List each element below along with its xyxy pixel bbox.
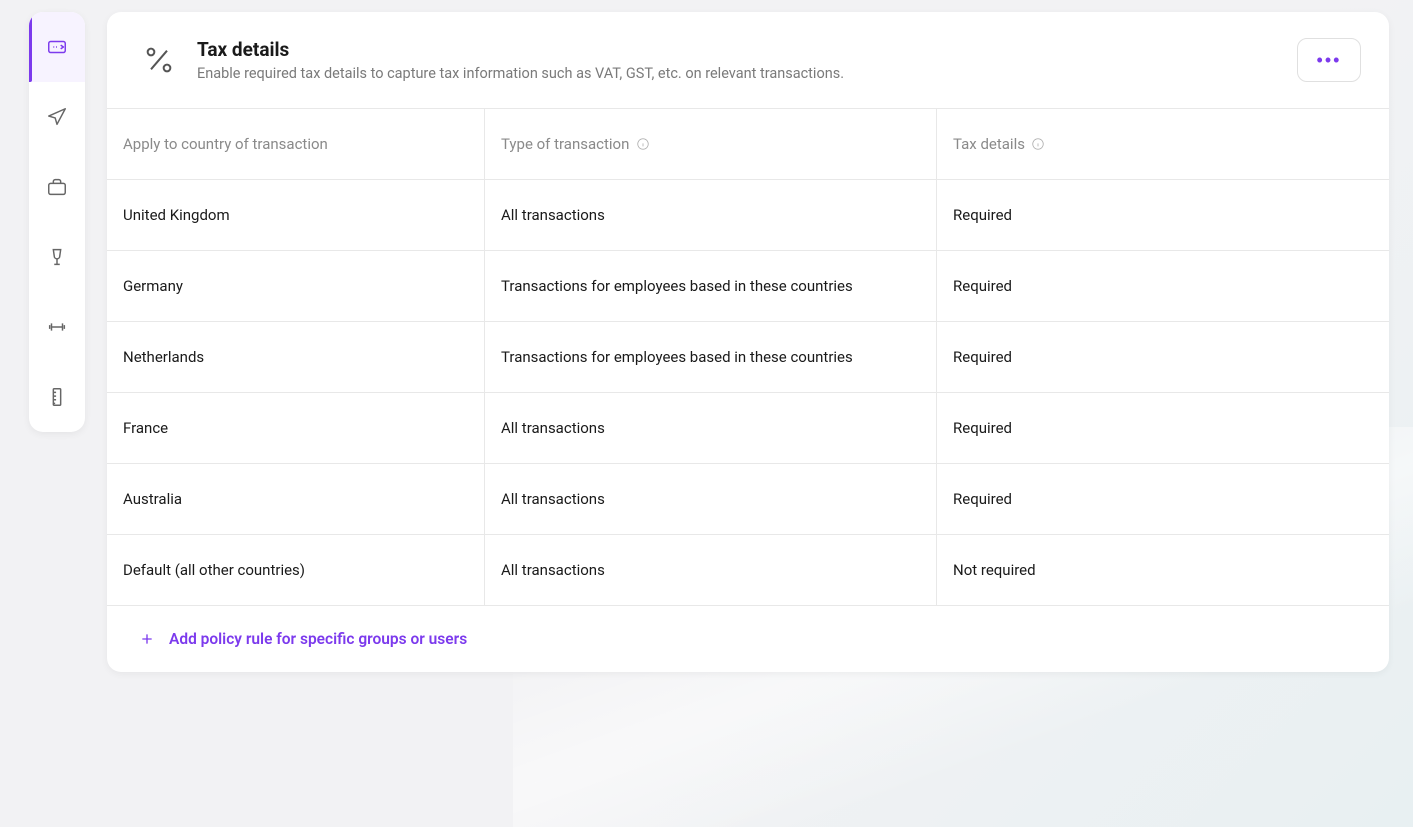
- cell-country: Germany: [107, 251, 485, 322]
- sidebar-item-expenses[interactable]: [29, 12, 85, 82]
- info-icon[interactable]: [1031, 137, 1046, 152]
- cell-type: All transactions: [485, 180, 937, 251]
- percent-icon: [141, 42, 177, 78]
- table-row[interactable]: Default (all other countries)All transac…: [107, 535, 1389, 606]
- cell-type: All transactions: [485, 464, 937, 535]
- table-body: United KingdomAll transactionsRequiredGe…: [107, 180, 1389, 606]
- sidebar: [29, 12, 85, 432]
- cell-country: Netherlands: [107, 322, 485, 393]
- plus-icon: [139, 631, 155, 647]
- sidebar-item-food[interactable]: [29, 222, 85, 292]
- cell-tax: Required: [937, 464, 1389, 535]
- expense-icon: [46, 36, 68, 58]
- wine-glass-icon: [46, 246, 68, 268]
- tax-rules-table: Apply to country of transaction Type of …: [107, 108, 1389, 606]
- sidebar-item-travel[interactable]: [29, 82, 85, 152]
- header-type: Type of transaction: [485, 109, 937, 180]
- header-country-label: Apply to country of transaction: [123, 135, 328, 153]
- cell-tax: Required: [937, 180, 1389, 251]
- more-dots-icon: •••: [1317, 51, 1342, 69]
- sidebar-item-business[interactable]: [29, 152, 85, 222]
- sidebar-item-fitness[interactable]: [29, 292, 85, 362]
- airplane-icon: [46, 106, 68, 128]
- table-row[interactable]: AustraliaAll transactionsRequired: [107, 464, 1389, 535]
- add-policy-button[interactable]: Add policy rule for specific groups or u…: [107, 606, 1389, 672]
- table-row[interactable]: United KingdomAll transactionsRequired: [107, 180, 1389, 251]
- header-tax-label: Tax details: [953, 135, 1025, 153]
- cell-country: Australia: [107, 464, 485, 535]
- card-title: Tax details: [197, 38, 1297, 61]
- info-icon[interactable]: [635, 137, 650, 152]
- cell-type: All transactions: [485, 535, 937, 606]
- table-row[interactable]: NetherlandsTransactions for employees ba…: [107, 322, 1389, 393]
- cell-tax: Required: [937, 251, 1389, 322]
- card-header: Tax details Enable required tax details …: [107, 12, 1389, 108]
- cell-type: Transactions for employees based in thes…: [485, 322, 937, 393]
- more-options-button[interactable]: •••: [1297, 38, 1361, 82]
- cell-tax: Required: [937, 393, 1389, 464]
- ruler-icon: [46, 386, 68, 408]
- briefcase-icon: [46, 176, 68, 198]
- table-row[interactable]: FranceAll transactionsRequired: [107, 393, 1389, 464]
- cell-type: Transactions for employees based in thes…: [485, 251, 937, 322]
- add-policy-label: Add policy rule for specific groups or u…: [169, 630, 467, 648]
- main-card: Tax details Enable required tax details …: [107, 12, 1389, 672]
- sidebar-item-rules[interactable]: [29, 362, 85, 432]
- cell-tax: Required: [937, 322, 1389, 393]
- dumbbell-icon: [46, 316, 68, 338]
- card-subtitle: Enable required tax details to capture t…: [197, 65, 1297, 82]
- cell-country: Default (all other countries): [107, 535, 485, 606]
- cell-type: All transactions: [485, 393, 937, 464]
- cell-country: United Kingdom: [107, 180, 485, 251]
- header-tax: Tax details: [937, 109, 1389, 180]
- header-country: Apply to country of transaction: [107, 109, 485, 180]
- header-type-label: Type of transaction: [501, 135, 629, 153]
- table-header: Apply to country of transaction Type of …: [107, 109, 1389, 180]
- cell-tax: Not required: [937, 535, 1389, 606]
- table-row[interactable]: GermanyTransactions for employees based …: [107, 251, 1389, 322]
- cell-country: France: [107, 393, 485, 464]
- header-text: Tax details Enable required tax details …: [197, 38, 1297, 82]
